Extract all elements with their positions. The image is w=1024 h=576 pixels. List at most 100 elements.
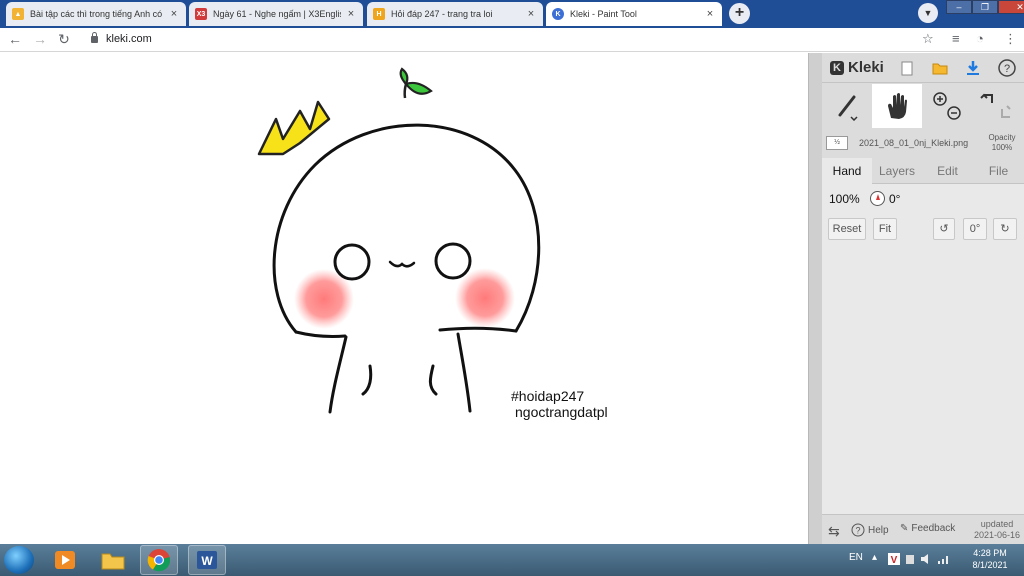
sprout-leaf-left (399, 67, 409, 87)
word-app[interactable]: W (188, 545, 226, 575)
rotate-right-button[interactable]: ↻ (993, 218, 1017, 240)
browser-menu-icon[interactable]: ⋮ (1004, 31, 1017, 47)
watermark-author: ngoctrangdatpl (515, 404, 608, 420)
hand-panel: 100% 0° Reset Fit ↺ 0° ↻ (822, 184, 1024, 514)
undo-redo-icon (980, 93, 1011, 118)
clock-time: 4:28 PM (973, 548, 1007, 558)
tab-file[interactable]: File (973, 158, 1024, 184)
favicon-icon: X3 (195, 8, 207, 20)
help-link[interactable]: ? Help (851, 523, 889, 537)
arm-left (361, 364, 373, 396)
browser-tab-1[interactable]: ▲ Bài tập các thì trong tiếng Anh có × (6, 2, 186, 26)
undo-redo-tool[interactable] (972, 84, 1022, 128)
browser-tab-2[interactable]: X3 Ngày 61 - Nghe ngấm | X3English × (189, 2, 363, 26)
sprout-stem (403, 83, 408, 99)
address-bar: ← → ↻ kleki.com ☆ ≡ ◔ ⋮ (0, 28, 1024, 52)
file-name: 2021_08_01_0nj_Kleki.png (859, 138, 969, 148)
compass-icon (870, 191, 885, 206)
fit-button[interactable]: Fit (873, 218, 897, 240)
clock-date: 8/1/2021 (972, 560, 1008, 570)
brush-tool[interactable] (822, 84, 872, 128)
new-image-icon[interactable] (897, 58, 917, 78)
close-tab-icon[interactable]: × (345, 8, 357, 20)
forward-icon[interactable]: → (31, 31, 49, 47)
start-button[interactable] (4, 546, 34, 574)
opacity-value: 100% (991, 143, 1013, 152)
browser-tab-strip: ▲ Bài tập các thì trong tiếng Anh có × X… (0, 0, 1024, 28)
tab-hand[interactable]: Hand (822, 158, 872, 184)
sidebar-footer: ⇆ ? Help ✎ Feedback updated 2021-06-16 (822, 514, 1024, 544)
rotation-angle: 0° (889, 192, 901, 206)
brush-icon (838, 95, 858, 121)
tab-title: Ngày 61 - Nghe ngấm | X3English (213, 9, 341, 19)
minimize-button[interactable]: – (946, 0, 972, 14)
kleki-logo-icon: K (830, 60, 844, 75)
browser-tab-4[interactable]: K Kleki - Paint Tool × (546, 2, 722, 26)
chin-left (294, 330, 347, 338)
svg-text:?: ? (1004, 63, 1010, 75)
help-circle-icon: ? (851, 523, 865, 537)
file-thumbnail[interactable]: ½ (826, 136, 848, 150)
close-window-button[interactable]: ✕ (998, 0, 1024, 14)
blush-right (455, 268, 515, 328)
taskbar: W EN ▴ V 4:28 PM 8/1/2021 (0, 544, 1024, 576)
sprout-leaf-right (404, 81, 433, 95)
reset-button[interactable]: Reset (828, 218, 866, 240)
zoom-in-out-icon (933, 92, 961, 120)
tool-bar (822, 84, 1024, 128)
rotate-right-icon: ↻ (1000, 223, 1010, 235)
opacity-label: Opacity (988, 133, 1016, 142)
tray-app-icons[interactable]: V (888, 552, 958, 569)
tab-edit[interactable]: Edit (922, 158, 973, 184)
rotation-reset-button[interactable]: 0° (963, 218, 987, 240)
close-tab-icon[interactable]: × (704, 8, 716, 20)
tab-layers[interactable]: Layers (872, 158, 922, 184)
browser-tab-3[interactable]: H Hỏi đáp 247 - trang tra loi × (367, 2, 543, 26)
favicon-icon: ▲ (12, 8, 24, 20)
close-tab-icon[interactable]: × (168, 8, 180, 20)
drawing-canvas[interactable]: #hoidap247 ngoctrangdatpl (0, 53, 808, 544)
reload-icon[interactable]: ↻ (55, 31, 73, 48)
kleki-favicon-icon: K (552, 8, 564, 20)
chrome-app[interactable] (140, 545, 178, 575)
extension-icon[interactable]: ◔ (976, 31, 984, 46)
show-hidden-icons[interactable]: ▴ (872, 552, 877, 563)
language-indicator[interactable]: EN (849, 552, 863, 563)
kleki-sidebar: K Kleki ? ½ 2021_08_01_0nj_Kleki.png Opa… (822, 53, 1024, 544)
hand-tool[interactable] (872, 84, 922, 128)
download-icon[interactable] (963, 58, 983, 78)
file-info-row: ½ 2021_08_01_0nj_Kleki.png Opacity 100% (822, 131, 1024, 157)
system-clock[interactable]: 4:28 PM 8/1/2021 (966, 547, 1014, 571)
favicon-icon: H (373, 8, 385, 20)
body-right-side (456, 332, 472, 413)
maximize-button[interactable]: ❐ (972, 0, 998, 14)
tab-title: Bài tập các thì trong tiếng Anh có (30, 9, 163, 19)
media-player-app[interactable] (46, 545, 84, 575)
open-folder-icon[interactable] (930, 58, 950, 78)
updated-label: updated (980, 519, 1014, 529)
bookmark-star-icon[interactable]: ☆ (922, 31, 934, 47)
url-field[interactable]: kleki.com (106, 33, 152, 45)
zoom-tool[interactable] (922, 84, 972, 128)
tab-search-icon[interactable]: ▼ (918, 3, 938, 23)
canvas-drawing (257, 67, 541, 414)
tab-title: Kleki - Paint Tool (570, 9, 637, 19)
back-icon[interactable]: ← (6, 31, 24, 47)
file-explorer-app[interactable] (94, 545, 132, 575)
feedback-icon: ✎ (900, 523, 909, 534)
close-tab-icon[interactable]: × (525, 8, 537, 20)
swap-side-icon[interactable]: ⇆ (828, 523, 840, 540)
canvas-scrollbar[interactable] (808, 53, 822, 544)
opacity-indicator: Opacity 100% (980, 133, 1024, 153)
panel-tabs: Hand Layers Edit File (822, 158, 1024, 184)
feedback-link[interactable]: ✎ Feedback (900, 523, 955, 534)
rotate-left-button[interactable]: ↺ (933, 218, 955, 240)
media-control-icon[interactable]: ≡ (952, 31, 960, 46)
help-icon[interactable]: ? (997, 58, 1017, 78)
kleki-logo[interactable]: K Kleki (830, 59, 884, 76)
sidebar-header: K Kleki ? (822, 53, 1024, 83)
mouth (388, 260, 416, 268)
rotate-left-icon: ↺ (939, 223, 949, 235)
window-controls: – ❐ ✕ (946, 0, 1024, 14)
new-tab-button[interactable]: + (729, 3, 750, 24)
